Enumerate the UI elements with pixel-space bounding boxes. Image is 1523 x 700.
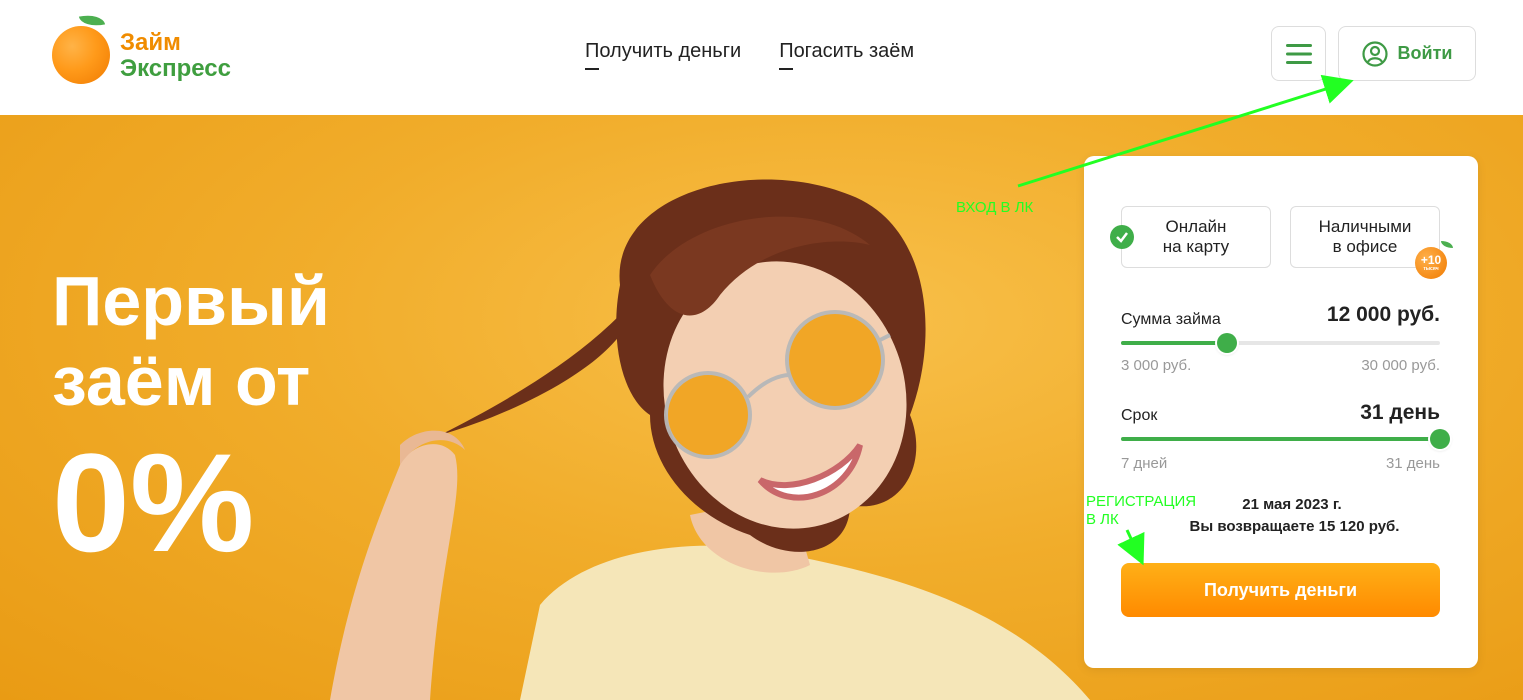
term-label: Срок — [1121, 407, 1158, 424]
term-slider-thumb[interactable] — [1430, 429, 1450, 449]
login-annotation: ВХОД В ЛК — [956, 199, 1034, 216]
loan-calculator: Онлайн на карту Наличными в офисе +10 ты… — [1084, 156, 1478, 668]
logo-text: Займ Экспресс — [120, 30, 231, 82]
option-cash-label: Наличными в офисе — [1319, 217, 1412, 257]
get-money-button[interactable]: Получить деньги — [1121, 563, 1440, 617]
term-max: 31 день — [1385, 455, 1440, 472]
option-cash-line-1: Наличными — [1318, 217, 1412, 236]
hero-title-line-2: заём от — [52, 342, 311, 420]
login-label: Войти — [1397, 43, 1453, 63]
amount-slider[interactable] — [1121, 333, 1440, 353]
bonus-badge-text: +10 — [1420, 252, 1442, 267]
amount-slider-thumb[interactable] — [1217, 333, 1238, 353]
site-header: Займ Экспресс Получить деньги Погасить з… — [0, 0, 1523, 115]
option-online-line-2: на карту — [1162, 237, 1230, 256]
amount-min: 3 000 руб. — [1121, 357, 1192, 374]
hamburger-icon — [1285, 43, 1312, 64]
amount-label: Сумма займа — [1121, 311, 1221, 328]
hero-rate: 0% — [52, 424, 255, 581]
term-value: 31 день — [1360, 401, 1440, 424]
main-nav: Получить деньги Погасить заём — [585, 40, 914, 70]
option-cash-line-2: в офисе — [1332, 237, 1398, 256]
amount-slider-fill — [1121, 341, 1228, 345]
register-annotation: РЕГИСТРАЦИЯ В ЛК — [1086, 493, 1196, 529]
check-icon — [1110, 225, 1134, 249]
menu-button[interactable] — [1271, 26, 1326, 81]
option-online-label: Онлайн на карту — [1163, 217, 1229, 257]
user-icon — [1361, 40, 1388, 67]
bonus-badge-sub: тысяч — [1423, 265, 1439, 272]
orange-logo-icon — [52, 26, 110, 84]
bonus-badge-icon: +10 тысяч — [1415, 241, 1453, 279]
nav-get-money[interactable]: Получить деньги — [585, 40, 741, 70]
option-online-line-1: Онлайн — [1165, 217, 1227, 236]
amount-value: 12 000 руб. — [1326, 303, 1440, 326]
amount-max: 30 000 руб. — [1361, 357, 1440, 374]
option-cash-office[interactable]: Наличными в офисе +10 тысяч — [1290, 206, 1453, 279]
leaf-icon — [1441, 241, 1453, 248]
option-online-card[interactable]: Онлайн на карту — [1110, 206, 1271, 268]
hero-woman-photo — [330, 179, 1090, 700]
term-slider-fill — [1121, 437, 1440, 441]
hero-title: Первый заём от — [52, 261, 330, 421]
nav-repay-loan[interactable]: Погасить заём — [779, 40, 914, 70]
register-annotation-line-1: РЕГИСТРАЦИЯ — [1086, 493, 1197, 510]
term-min: 7 дней — [1121, 455, 1168, 472]
login-button[interactable]: Войти — [1338, 26, 1476, 81]
register-annotation-line-2: В ЛК — [1086, 511, 1119, 528]
hero-title-line-1: Первый — [52, 262, 330, 340]
logo[interactable]: Займ Экспресс — [52, 11, 282, 92]
logo-line-1: Займ — [120, 29, 181, 56]
logo-line-2: Экспресс — [120, 55, 231, 82]
term-slider[interactable] — [1121, 429, 1450, 449]
